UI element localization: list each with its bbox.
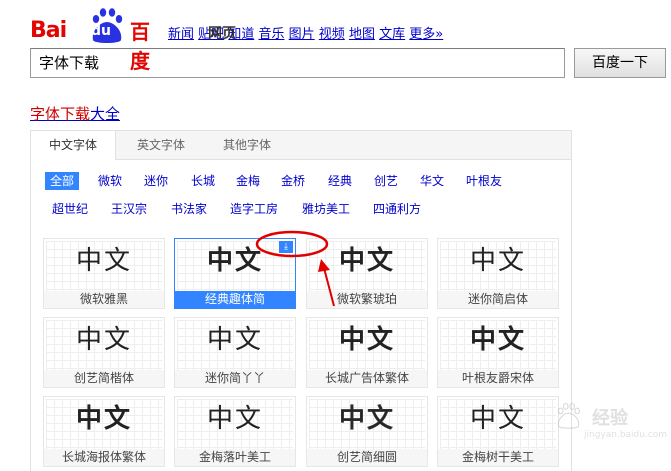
font-preview: 中文 xyxy=(75,246,132,276)
font-name: 叶根友爵宋体 xyxy=(438,370,558,387)
filter-item[interactable]: 超世纪 xyxy=(52,200,88,218)
font-name: 长城海报体繁体 xyxy=(44,449,164,466)
filter-item[interactable]: 金桥 xyxy=(281,172,305,190)
baidu-jingyan-watermark: 经验 jingyan.baidu.com xyxy=(548,390,668,450)
font-preview: 中文 xyxy=(206,246,263,276)
nav-web-current: 网页 xyxy=(208,26,236,42)
filter-item[interactable]: 经典 xyxy=(328,172,352,190)
font-card[interactable]: 中文 创艺简细圆 xyxy=(306,396,428,467)
font-name: 微软雅黑 xyxy=(44,291,164,308)
watermark-text: 经验 xyxy=(592,408,628,429)
filter-item[interactable]: 创艺 xyxy=(374,172,398,190)
font-card[interactable]: 中文 叶根友爵宋体 xyxy=(437,317,559,388)
font-card[interactable]: 中文 金梅树干美工 xyxy=(437,396,559,467)
font-preview: 中文 xyxy=(338,325,395,355)
baidu-logo[interactable]: Bai du 百度 xyxy=(30,8,158,73)
tab-english-fonts[interactable]: 英文字体 xyxy=(119,131,203,159)
filter-item[interactable]: 书法家 xyxy=(171,200,207,218)
font-preview: 中文 xyxy=(75,404,132,434)
search-input[interactable]: 字体下载 xyxy=(30,48,565,78)
font-card[interactable]: 中文 长城海报体繁体 xyxy=(43,396,165,467)
result-title-rest: 大全 xyxy=(90,105,121,123)
filter-item[interactable]: 四通利方 xyxy=(373,200,421,218)
font-card-selected[interactable]: 中文 ⤓ 经典趣体简 xyxy=(174,238,296,309)
font-card[interactable]: 中文 创艺简楷体 xyxy=(43,317,165,388)
logo-text-bai: Bai xyxy=(30,18,67,43)
font-name: 创艺简细圆 xyxy=(307,449,427,466)
nav-images[interactable]: 图片 xyxy=(289,27,315,42)
nav-music[interactable]: 音乐 xyxy=(258,27,284,42)
font-name: 经典趣体简 xyxy=(175,291,295,308)
font-preview: 中文 xyxy=(75,325,132,355)
filter-item[interactable]: 雅坊美工 xyxy=(302,200,350,218)
font-preview: 中文 xyxy=(338,246,395,276)
font-name: 金梅树干美工 xyxy=(438,449,558,466)
nav-wenku[interactable]: 文库 xyxy=(379,27,405,42)
filter-item[interactable]: 金梅 xyxy=(236,172,260,190)
filter-all[interactable]: 全部 xyxy=(45,172,80,190)
search-button[interactable]: 百度一下 xyxy=(574,48,666,78)
font-card[interactable]: 中文 微软雅黑 xyxy=(43,238,165,309)
filter-item[interactable]: 王汉宗 xyxy=(111,200,147,218)
download-icon[interactable]: ⤓ xyxy=(279,241,293,253)
font-card[interactable]: 中文 迷你简启体 xyxy=(437,238,559,309)
font-preview: 中文 xyxy=(206,404,263,434)
font-card[interactable]: 中文 长城广告体繁体 xyxy=(306,317,428,388)
font-name: 迷你简启体 xyxy=(438,291,558,308)
font-card[interactable]: 中文 迷你简丫丫 xyxy=(174,317,296,388)
font-preview: 中文 xyxy=(469,246,526,276)
tab-other-fonts[interactable]: 其他字体 xyxy=(205,131,289,159)
font-preview: 中文 xyxy=(469,404,526,434)
filter-item[interactable]: 长城 xyxy=(191,172,215,190)
nav-news[interactable]: 新闻 xyxy=(168,27,194,42)
font-name: 创艺简楷体 xyxy=(44,370,164,387)
font-card[interactable]: 中文 微软繁琥珀 xyxy=(306,238,428,309)
font-name: 微软繁琥珀 xyxy=(307,291,427,308)
font-preview: 中文 xyxy=(206,325,263,355)
result-title-link[interactable]: 字体下载大全 xyxy=(30,103,120,124)
logo-text-du: du xyxy=(91,23,111,39)
watermark-url: jingyan.baidu.com xyxy=(584,430,668,440)
filter-item[interactable]: 迷你 xyxy=(144,172,168,190)
font-preview: 中文 xyxy=(338,404,395,435)
font-card[interactable]: 中文 金梅落叶美工 xyxy=(174,396,296,467)
font-name: 金梅落叶美工 xyxy=(175,449,295,466)
nav-video[interactable]: 视频 xyxy=(319,27,345,42)
nav-more[interactable]: 更多» xyxy=(409,27,443,42)
font-name: 迷你简丫丫 xyxy=(175,370,295,387)
font-tabs: 中文字体 英文字体 其他字体 xyxy=(31,131,571,160)
filter-item[interactable]: 华文 xyxy=(420,172,444,190)
font-widget: 中文字体 英文字体 其他字体 全部 微软 迷你 长城 金梅 金桥 经典 创艺 华… xyxy=(30,130,572,471)
result-title-highlight: 字体下载 xyxy=(30,105,91,123)
top-nav: 新闻 网页 贴吧 知道 音乐 图片 视频 地图 文库 更多» xyxy=(168,23,443,42)
font-name: 长城广告体繁体 xyxy=(307,370,427,387)
tab-chinese-fonts[interactable]: 中文字体 xyxy=(31,131,116,160)
font-preview: 中文 xyxy=(469,325,526,355)
nav-map[interactable]: 地图 xyxy=(349,27,375,42)
filter-item[interactable]: 造字工房 xyxy=(230,200,278,218)
filter-item[interactable]: 微软 xyxy=(98,172,122,190)
filter-item[interactable]: 叶根友 xyxy=(466,172,502,190)
